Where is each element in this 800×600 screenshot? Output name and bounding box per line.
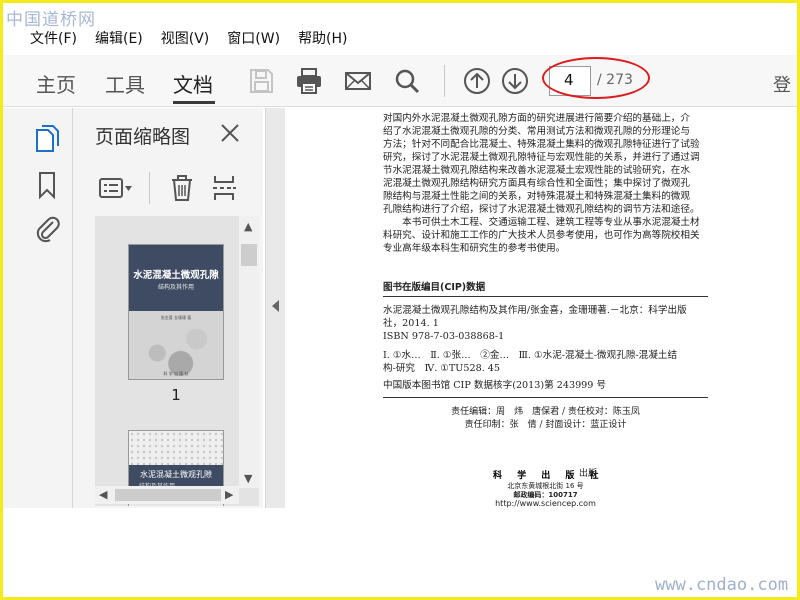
panel-toolbar-separator	[149, 172, 150, 204]
cip-line: 水泥混凝土微观孔隙结构及其作用/张金喜，金珊珊著.－北京：科学出版	[383, 305, 687, 316]
thumbnail-page-number: 1	[171, 386, 181, 404]
scroll-up-icon[interactable]: ▲	[244, 220, 252, 233]
scroll-left-icon[interactable]: ◀	[99, 488, 107, 501]
cip-library-line: 中国版本图书馆 CIP 数据核字(2013)第 243999 号	[383, 380, 607, 391]
menu-bar: 文件(F) 编辑(E) 视图(V) 窗口(W) 帮助(H)	[3, 27, 797, 51]
cover-publisher: 科 学 出 版 社	[163, 371, 189, 376]
menu-view[interactable]: 视图(V)	[152, 27, 219, 51]
options-menu-icon[interactable]	[99, 176, 133, 200]
paragraph-line: 方法；针对不同配合比混凝土、特殊混凝土集料的微观孔隙特征进行了试验	[383, 139, 700, 150]
active-tab-indicator	[173, 101, 215, 104]
toolbar-separator	[444, 65, 445, 97]
watermark-top-left: 中国道桥网	[6, 10, 96, 30]
login-button-cut[interactable]: 登	[773, 71, 791, 97]
credits-line: 责任编辑：周 炜 唐保君 / 责任校对：陈玉凤	[451, 407, 640, 417]
page-number-highlight-annotation	[542, 57, 650, 99]
print-icon[interactable]	[295, 67, 323, 95]
prev-page-icon[interactable]	[463, 67, 491, 95]
paragraph-line: 节水泥混凝土微观孔隙结构来改善水泥混凝土宏观性能的试验研究，在水	[383, 165, 690, 176]
cip-line: 构-研究 Ⅳ. ①TU528. 45	[383, 363, 501, 374]
menu-file[interactable]: 文件(F)	[3, 27, 86, 51]
scroll-down-icon[interactable]: ▼	[244, 472, 252, 485]
tab-tools[interactable]: 工具	[105, 69, 145, 98]
watermark-bottom-right: www.cndao.com	[655, 575, 789, 595]
paragraph-line: 专业高年级本科生和研究生的参考书使用。	[383, 243, 566, 254]
paragraph-line: 孔隙结构进行了介绍，探讨了水泥混凝土微观孔隙结构的调节方法和途径。	[383, 204, 700, 215]
paragraph-line: 本书可供土木工程、交通运输工程、建筑工程等专业从事水泥混凝土材	[383, 217, 700, 228]
publisher-website: http://www.sciencep.com	[495, 499, 596, 508]
cip-line: Ⅰ. ①水… Ⅱ. ①张… ②金… Ⅲ. ①水泥-混凝土-微观孔隙-混凝土结	[383, 350, 678, 361]
search-icon[interactable]	[393, 67, 421, 95]
vertical-scroll-thumb[interactable]	[241, 244, 257, 266]
page-thumbnail[interactable]: 水泥混凝土微观孔隙 结构及其作用 张金喜 金珊珊 著 科 学 出 版 社	[128, 244, 224, 380]
page-thumbnails-icon[interactable]	[33, 124, 61, 154]
panel-collapse-handle[interactable]	[265, 108, 285, 508]
thumbnail-horizontal-scrollbar[interactable]: ◀ ▶	[95, 486, 239, 504]
cip-line: 社，2014. 1	[383, 318, 439, 329]
paragraph-line: 对国内外水泥混凝土微观孔隙方面的研究进展进行简要介绍的基础上，介	[383, 113, 690, 124]
next-page-icon[interactable]	[501, 67, 529, 95]
menu-edit[interactable]: 编辑(E)	[86, 27, 152, 51]
paragraph-line: 泥混凝土微观孔隙结构研究方面具有综合性和全面性；集中探讨了微观孔	[383, 178, 690, 189]
main-toolbar: 主页 工具 文档 4 / 273 登	[3, 55, 797, 107]
thumbnail-vertical-scrollbar[interactable]: ▲ ▼	[239, 216, 259, 488]
page-thumbnails-panel: 页面缩略图 水泥混凝土微观孔隙 结构及其作用 张金喜 金珊珊 著 科 学 出 版…	[73, 108, 263, 508]
publisher-suffix: 出版	[579, 469, 598, 479]
cip-bottom-rule	[383, 397, 708, 398]
paragraph-line: 研究，探讨了水泥混凝土微观孔隙特征与宏观性能的关系，并进行了通过调	[383, 152, 700, 163]
page-break-icon[interactable]	[211, 174, 237, 202]
paragraph-line: 隙结构与混凝土性能之间的关系，对特殊混凝土和特殊混凝土集料的微观	[383, 191, 690, 202]
email-icon[interactable]	[344, 67, 372, 95]
left-navigation-bar	[3, 108, 73, 508]
cover-title: 水泥混凝土微观孔隙	[133, 270, 219, 281]
menu-help[interactable]: 帮助(H)	[289, 27, 356, 51]
attachment-icon[interactable]	[33, 214, 61, 244]
tab-document[interactable]: 文档	[173, 69, 213, 98]
thumbnail-toolbar	[95, 170, 265, 206]
pdf-reader-window: 中国道桥网 文件(F) 编辑(E) 视图(V) 窗口(W) 帮助(H) 主页 工…	[3, 3, 797, 597]
cover-title: 水泥混凝土微观孔隙	[140, 470, 212, 479]
menu-window[interactable]: 窗口(W)	[218, 27, 289, 51]
tab-home[interactable]: 主页	[36, 69, 76, 98]
scroll-right-icon[interactable]: ▶	[225, 488, 233, 501]
panel-title: 页面缩略图	[95, 126, 191, 148]
cover-author: 张金喜 金珊珊 著	[160, 315, 192, 320]
horizontal-scroll-thumb[interactable]	[115, 489, 221, 501]
close-icon[interactable]	[219, 122, 241, 144]
cover-pattern	[129, 431, 223, 467]
bookmark-icon[interactable]	[33, 170, 61, 200]
trash-icon[interactable]	[169, 174, 195, 202]
collapse-left-icon[interactable]	[272, 300, 279, 312]
cip-header: 图书在版编目(CIP)数据	[383, 282, 486, 293]
document-view[interactable]: 对国内外水泥混凝土微观孔隙方面的研究进展进行简要介绍的基础上，介 绍了水泥混凝土…	[285, 108, 797, 597]
cip-line: ISBN 978-7-03-038868-1	[383, 331, 505, 342]
paragraph-line: 绍了水泥混凝土微观孔隙的分类、常用测试方法和微观孔隙的分形理论与	[383, 126, 690, 137]
thumbnail-list[interactable]: 水泥混凝土微观孔隙 结构及其作用 张金喜 金珊珊 著 科 学 出 版 社 1 水…	[95, 216, 259, 506]
cover-subtitle: 结构及其作用	[157, 284, 194, 291]
cip-top-rule	[383, 296, 708, 297]
save-icon[interactable]	[247, 67, 275, 95]
cover-image	[129, 311, 223, 379]
paragraph-line: 料研究、设计和施工工作的广大技术人员参考使用，也可作为高等院校相关	[383, 230, 700, 241]
credits-line: 责任印制：张 倩 / 封面设计：蓝正设计	[464, 420, 627, 430]
